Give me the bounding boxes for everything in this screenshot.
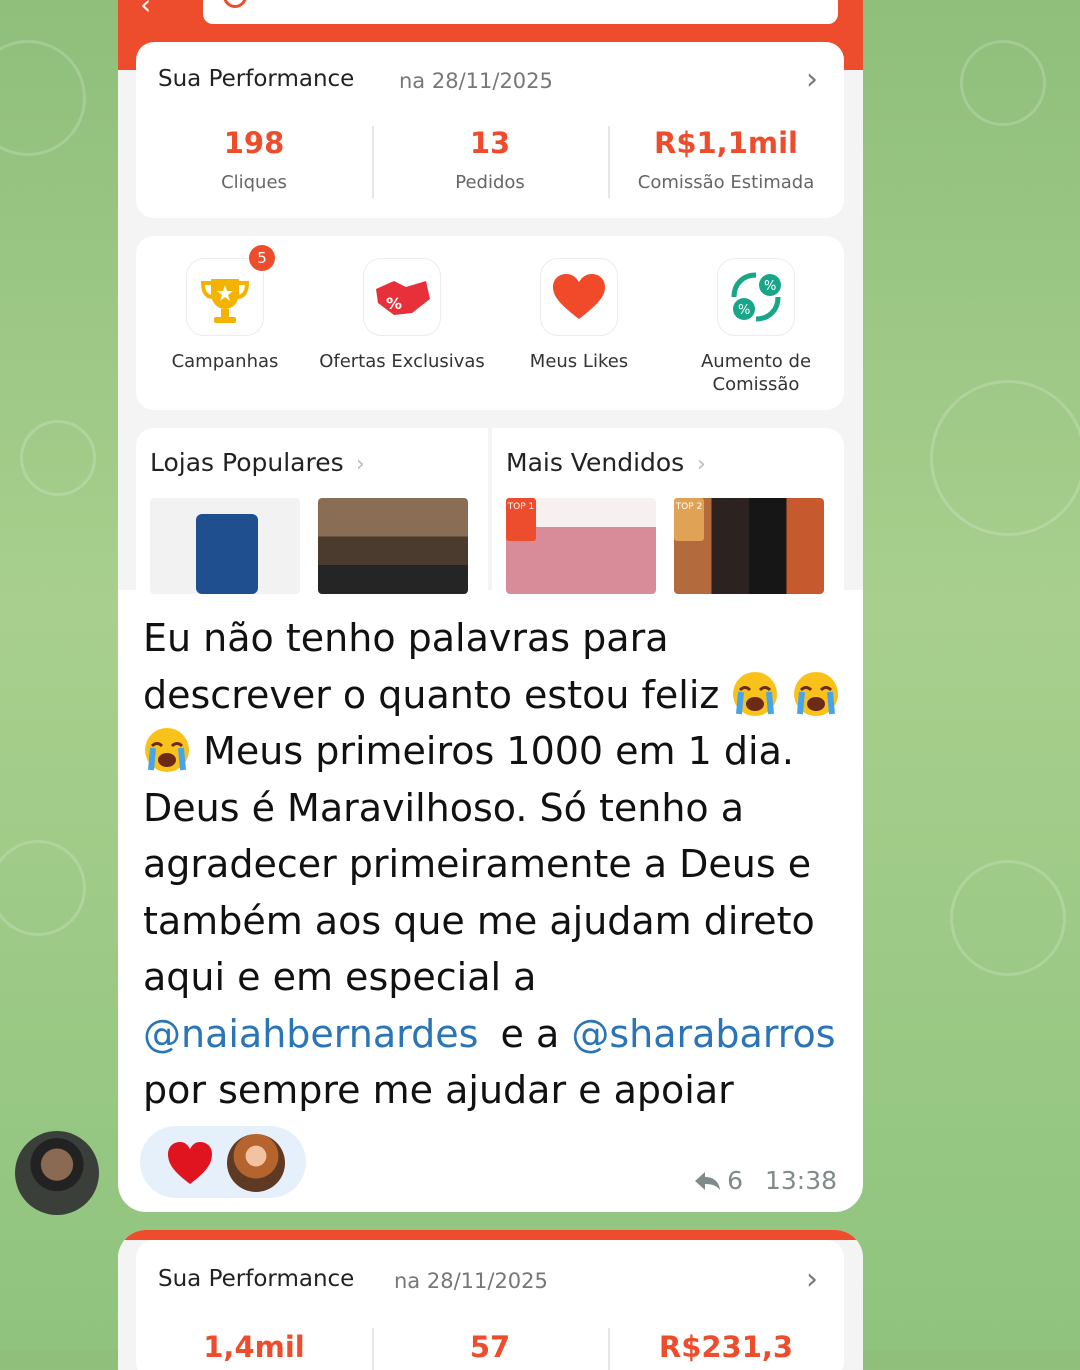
chevron-right-icon: › bbox=[356, 452, 365, 477]
metric-clicks: 1,4mil bbox=[136, 1330, 372, 1364]
crying-face-emoji-icon bbox=[145, 728, 189, 772]
background-doodle bbox=[960, 40, 1046, 126]
trophy-icon bbox=[200, 279, 250, 323]
svg-text:%: % bbox=[386, 294, 402, 313]
message-text: Eu não tenho palavras para descrever o q… bbox=[143, 610, 843, 1119]
metric-value: 1,4mil bbox=[203, 1330, 305, 1364]
message-bubble[interactable]: ‹ Sua Performance na 28/11/2025 › 198 Cl… bbox=[118, 0, 863, 1212]
message-line-text: Meus primeiros 1000 em 1 dia. bbox=[203, 729, 794, 773]
message-line: Eu não tenho palavras para bbox=[143, 616, 669, 660]
store-thumbnail bbox=[150, 498, 300, 594]
metric-label: Pedidos bbox=[455, 172, 525, 193]
message-line: por sempre me ajudar e apoiar bbox=[143, 1068, 734, 1112]
message-line: agradecer primeiramente a Deus e bbox=[143, 842, 812, 886]
best-sellers-title: Mais Vendidos bbox=[506, 448, 685, 477]
back-arrow-icon: ‹ bbox=[140, 0, 152, 21]
metric-value: 57 bbox=[469, 1330, 511, 1364]
heart-reaction-icon bbox=[168, 1142, 212, 1184]
heart-icon bbox=[553, 274, 605, 319]
reactor-avatar[interactable] bbox=[227, 1134, 285, 1192]
reactions-pill[interactable] bbox=[140, 1126, 306, 1198]
background-doodle bbox=[20, 420, 96, 496]
performance-date: na 28/11/2025 bbox=[394, 1269, 548, 1293]
product-thumbnail: TOP 1 bbox=[506, 498, 656, 594]
product-thumbnail: TOP 2 bbox=[674, 498, 824, 594]
message-line: Deus é Maravilhoso. Só tenho a bbox=[143, 785, 745, 830]
background-doodle bbox=[0, 40, 86, 156]
metric-orders: 13 Pedidos bbox=[372, 126, 608, 193]
best-sellers-panel: Mais Vendidos › TOP 1 TOP 2 bbox=[492, 428, 844, 594]
message-line: aqui e em especial a bbox=[143, 955, 537, 999]
search-icon bbox=[223, 0, 247, 8]
crying-face-emoji-icon bbox=[733, 671, 778, 716]
product-package-image bbox=[196, 514, 258, 594]
metric-value: 198 bbox=[223, 126, 285, 160]
message-line-text: descrever o quanto estou feliz bbox=[143, 672, 720, 717]
metric-commission: R$1,1mil Comissão Estimada bbox=[608, 126, 844, 193]
performance-card: Sua Performance na 28/11/2025 › 1,4mil 5… bbox=[136, 1240, 844, 1370]
performance-title: Sua Performance bbox=[158, 1266, 355, 1292]
metric-clicks: 198 Cliques bbox=[136, 126, 372, 193]
shortcut-aumento: % % Aumento de Comissão bbox=[667, 258, 845, 396]
svg-text:%: % bbox=[738, 303, 750, 318]
mention-link[interactable]: @sharabarros bbox=[571, 1012, 835, 1056]
background-doodle bbox=[0, 840, 86, 936]
popular-stores-title: Lojas Populares bbox=[150, 448, 344, 477]
top-rank-badge: TOP 1 bbox=[506, 498, 536, 541]
performance-title: Sua Performance bbox=[158, 66, 355, 92]
crying-face-emoji-icon bbox=[793, 671, 838, 716]
store-thumbnail bbox=[318, 498, 468, 594]
mention-link[interactable]: @naiahbernardes bbox=[143, 1012, 478, 1056]
shortcuts-card: 5 Campanhas % Ofertas Exclusivas Meus Li… bbox=[136, 236, 844, 410]
metric-value: R$1,1mil bbox=[654, 126, 798, 160]
notification-badge: 5 bbox=[249, 245, 275, 271]
shortcut-label: Aumento de Comissão bbox=[700, 351, 812, 395]
background-doodle bbox=[950, 860, 1066, 976]
screenshot-image[interactable]: ‹ Sua Performance na 28/11/2025 › 198 Cl… bbox=[118, 0, 863, 594]
message-meta: 6 13:38 bbox=[693, 1166, 837, 1195]
metric-label: Comissão Estimada bbox=[637, 172, 815, 193]
commission-icon: % % bbox=[731, 272, 781, 322]
performance-card: Sua Performance na 28/11/2025 › 198 Cliq… bbox=[136, 42, 844, 218]
metric-label: Cliques bbox=[221, 172, 287, 193]
shortcut-likes: Meus Likes bbox=[490, 258, 668, 373]
background-doodle bbox=[930, 380, 1080, 536]
performance-date: na 28/11/2025 bbox=[399, 69, 553, 93]
message-line: @naiahbernardes e a @sharabarros bbox=[143, 1006, 843, 1063]
metric-value: 13 bbox=[469, 126, 511, 160]
metric-orders: 57 bbox=[372, 1330, 608, 1364]
handshake-icon: % bbox=[376, 281, 430, 315]
chevron-right-icon: › bbox=[806, 1262, 818, 1297]
search-bar bbox=[203, 0, 838, 24]
popular-stores-panel: Lojas Populares › bbox=[136, 428, 488, 594]
svg-text:%: % bbox=[764, 279, 776, 294]
message-line: descrever o quanto estou feliz bbox=[143, 667, 843, 724]
message-line-text: e a bbox=[500, 1011, 560, 1056]
lists-card: Lojas Populares › Mais Vendidos › TOP 1 … bbox=[136, 428, 844, 594]
shortcut-label: Campanhas bbox=[171, 351, 279, 372]
shortcut-ofertas: % Ofertas Exclusivas bbox=[313, 258, 491, 373]
sender-avatar[interactable] bbox=[15, 1131, 99, 1215]
message-bubble-next[interactable]: Sua Performance na 28/11/2025 › 1,4mil 5… bbox=[118, 1230, 863, 1370]
shortcut-icon-box bbox=[540, 258, 618, 336]
metric-commission: R$231,3 bbox=[608, 1330, 844, 1364]
message-time: 13:38 bbox=[764, 1166, 837, 1195]
top-rank-badge: TOP 2 bbox=[674, 498, 704, 541]
message-line: também aos que me ajudam direto bbox=[143, 898, 815, 943]
reply-icon bbox=[695, 1172, 721, 1190]
message-line: Meus primeiros 1000 em 1 dia. bbox=[143, 723, 843, 780]
chevron-right-icon: › bbox=[806, 62, 818, 97]
chevron-right-icon: › bbox=[697, 452, 706, 477]
shortcut-label: Meus Likes bbox=[529, 351, 629, 372]
shortcut-campanhas: 5 Campanhas bbox=[136, 245, 314, 373]
shortcut-icon-box: % % bbox=[717, 258, 795, 336]
shortcut-icon-box: 5 bbox=[186, 245, 275, 336]
metric-value: R$231,3 bbox=[658, 1330, 794, 1364]
shortcut-icon-box: % bbox=[363, 258, 441, 336]
shortcut-label: Ofertas Exclusivas bbox=[319, 351, 485, 372]
reply-count: 6 bbox=[727, 1166, 743, 1195]
